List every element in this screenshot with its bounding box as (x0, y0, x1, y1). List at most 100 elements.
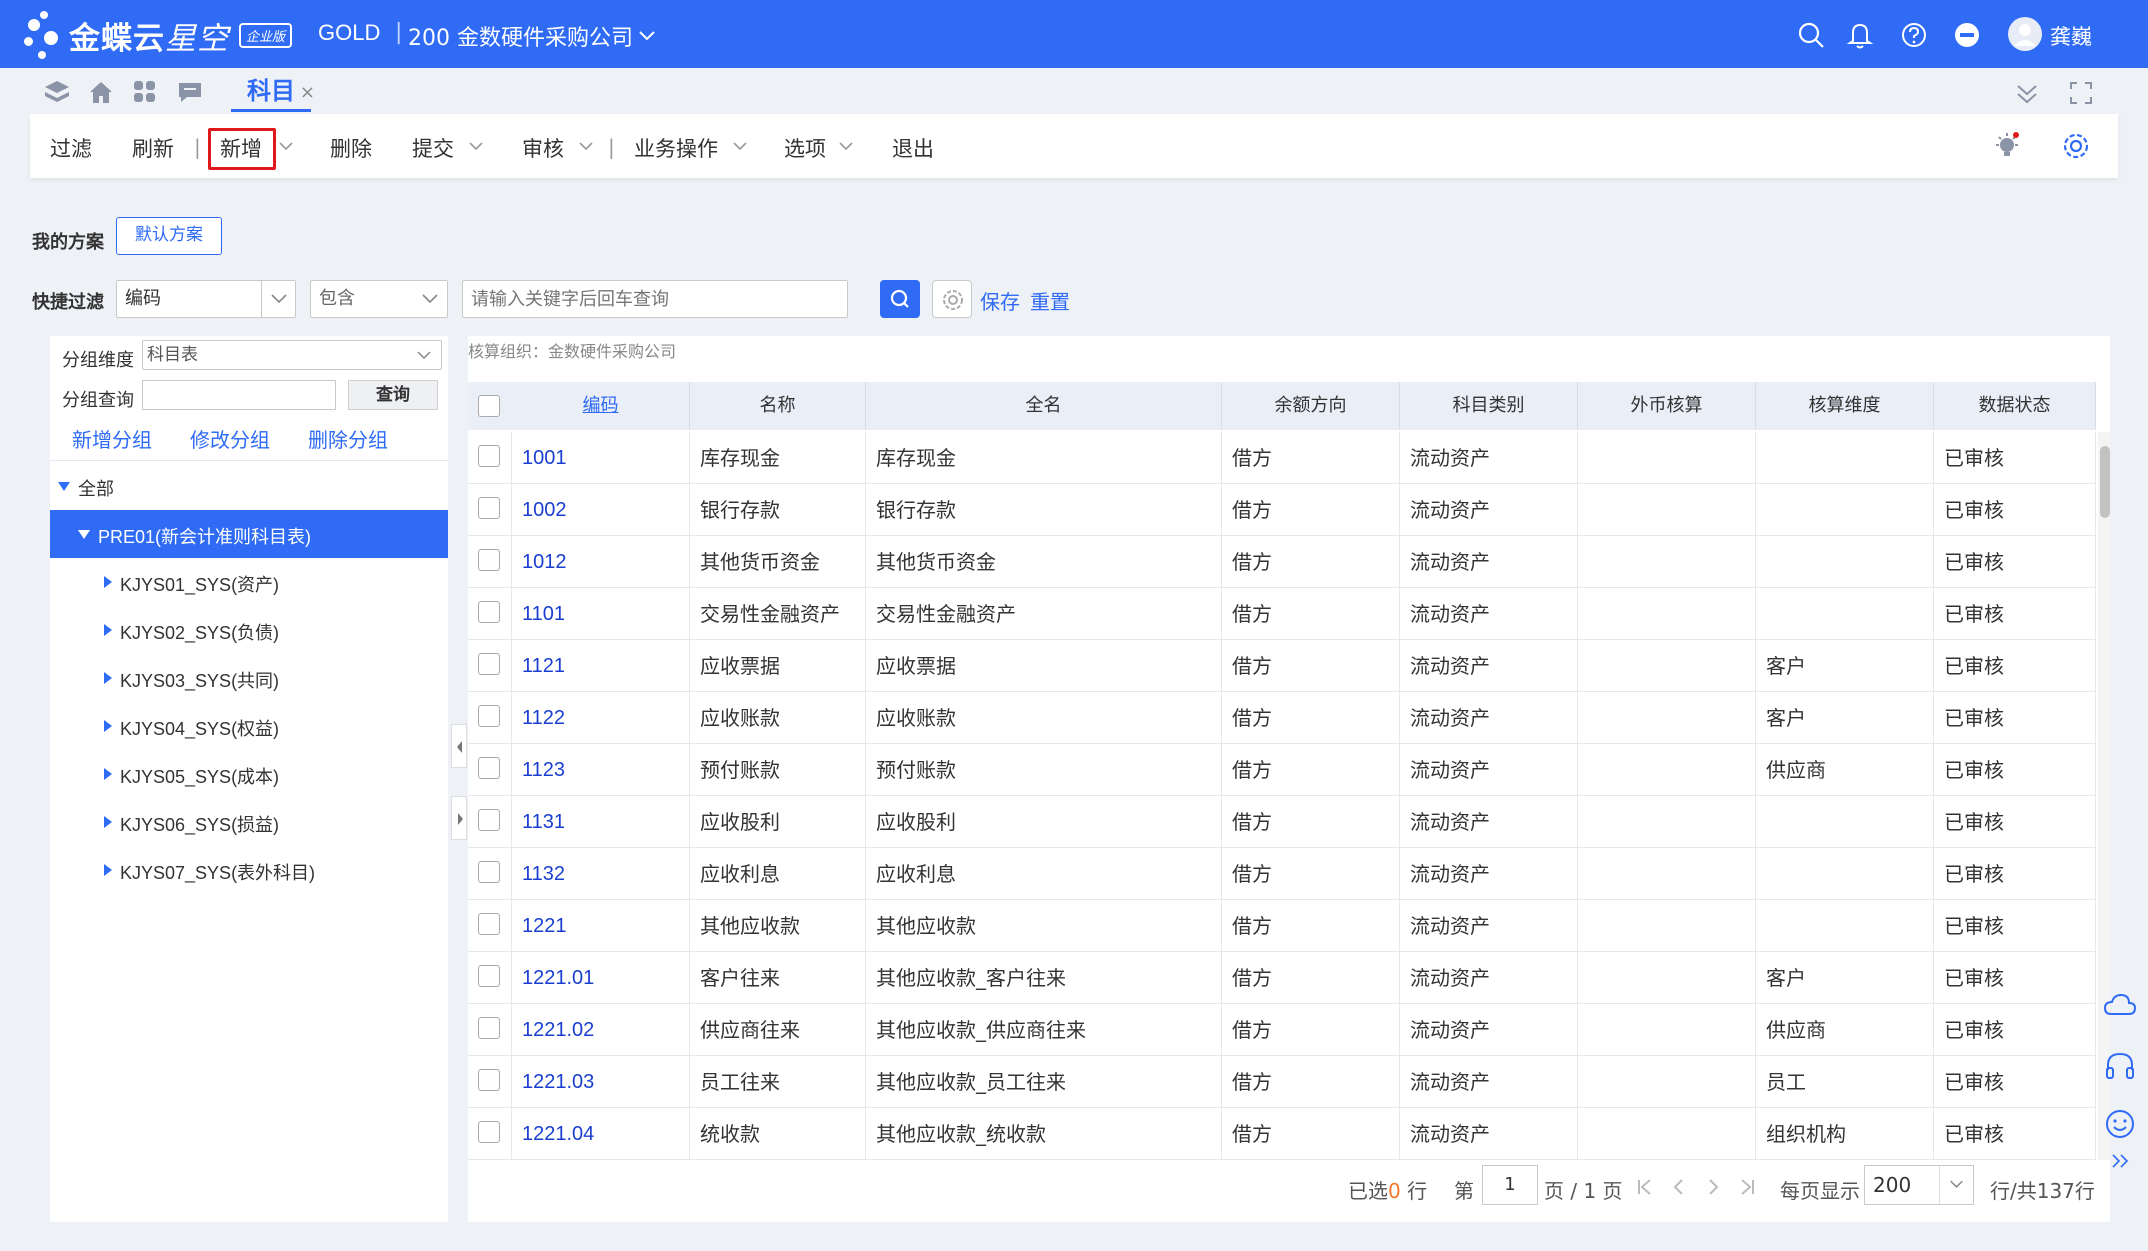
column-header-foreign-currency[interactable]: 外币核算 (1578, 382, 1756, 430)
caret-right-icon[interactable] (104, 816, 112, 828)
table-row[interactable]: 1221.04 统收款 其他应收款_统收款 借方 流动资产 组织机构 已审核 (468, 1108, 2096, 1160)
cell-code[interactable]: 1221.02 (512, 1004, 690, 1056)
chat-icon[interactable] (175, 78, 205, 106)
cell-code[interactable]: 1132 (512, 848, 690, 900)
filter-operator-select[interactable]: 包含 (310, 280, 448, 318)
chevron-down-icon[interactable] (407, 341, 441, 369)
grid-icon[interactable] (130, 78, 160, 106)
cell-code[interactable]: 1221.03 (512, 1056, 690, 1108)
row-checkbox[interactable] (478, 757, 500, 779)
minus-circle-icon[interactable] (1952, 20, 1982, 50)
splitter[interactable] (450, 336, 468, 1222)
headset-icon[interactable] (2102, 1048, 2138, 1084)
search-icon[interactable] (1796, 20, 1826, 50)
cell-code[interactable]: 1131 (512, 796, 690, 848)
home-icon[interactable] (86, 78, 116, 106)
cloud-icon[interactable] (2102, 988, 2138, 1024)
cell-code[interactable]: 1122 (512, 692, 690, 744)
filter-field-select[interactable]: 编码 (116, 280, 296, 318)
org-name[interactable]: 200 金数硬件采购公司 (408, 20, 633, 52)
table-row[interactable]: 1131 应收股利 应收股利 借方 流动资产 已审核 (468, 796, 2096, 848)
column-header-name[interactable]: 名称 (690, 382, 866, 430)
tree-item[interactable]: KJYS03_SYS(共同) (50, 654, 448, 702)
fullscreen-icon[interactable] (2066, 78, 2096, 108)
table-row[interactable]: 1012 其他货币资金 其他货币资金 借方 流动资产 已审核 (468, 536, 2096, 588)
caret-right-icon[interactable] (104, 672, 112, 684)
caret-down-icon[interactable] (78, 530, 90, 539)
delete-group-link[interactable]: 删除分组 (308, 424, 388, 453)
collapse-left-icon[interactable] (451, 724, 467, 768)
column-header-code[interactable]: 编码 (512, 382, 690, 430)
row-checkbox[interactable] (478, 497, 500, 519)
org-code[interactable]: GOLD (318, 20, 380, 46)
reset-filter-link[interactable]: 重置 (1030, 286, 1070, 315)
search-button[interactable] (880, 280, 920, 318)
caret-right-icon[interactable] (104, 624, 112, 636)
table-row[interactable]: 1122 应收账款 应收账款 借方 流动资产 客户 已审核 (468, 692, 2096, 744)
table-row[interactable]: 1123 预付账款 预付账款 借方 流动资产 供应商 已审核 (468, 744, 2096, 796)
tree-item[interactable]: KJYS07_SYS(表外科目) (50, 846, 448, 894)
chevron-down-icon[interactable] (838, 139, 854, 153)
tree-item[interactable]: KJYS04_SYS(权益) (50, 702, 448, 750)
column-header-fullname[interactable]: 全名 (866, 382, 1222, 430)
cell-code[interactable]: 1121 (512, 640, 690, 692)
page-number-input[interactable]: 1 (1482, 1165, 1538, 1205)
chevron-down-icon[interactable] (578, 139, 594, 153)
refresh-button[interactable]: 刷新 (132, 133, 174, 163)
cell-code[interactable]: 1002 (512, 484, 690, 536)
cell-code[interactable]: 1221.04 (512, 1108, 690, 1160)
row-checkbox[interactable] (478, 601, 500, 623)
group-query-button[interactable]: 查询 (348, 380, 438, 410)
save-filter-link[interactable]: 保存 (980, 286, 1020, 315)
delete-button[interactable]: 删除 (330, 133, 372, 163)
row-checkbox[interactable] (478, 913, 500, 935)
caret-right-icon[interactable] (104, 576, 112, 588)
tree-item[interactable]: KJYS02_SYS(负债) (50, 606, 448, 654)
edit-group-link[interactable]: 修改分组 (190, 424, 270, 453)
table-row[interactable]: 1002 银行存款 银行存款 借方 流动资产 已审核 (468, 484, 2096, 536)
avatar[interactable] (2008, 17, 2042, 51)
cell-code[interactable]: 1001 (512, 432, 690, 484)
row-checkbox[interactable] (478, 705, 500, 727)
logo[interactable]: 金蝶云星空 企业版 (22, 6, 292, 64)
caret-down-icon[interactable] (58, 482, 70, 491)
chevron-down-icon[interactable] (1939, 1166, 1973, 1204)
row-checkbox[interactable] (478, 809, 500, 831)
prev-page-icon[interactable] (1668, 1176, 1690, 1198)
page-size-select[interactable]: 200 (1864, 1165, 1974, 1205)
smile-icon[interactable] (2102, 1106, 2138, 1142)
column-header-category[interactable]: 科目类别 (1400, 382, 1578, 430)
column-header-status[interactable]: 数据状态 (1934, 382, 2096, 430)
add-group-link[interactable]: 新增分组 (72, 424, 152, 453)
row-checkbox[interactable] (478, 549, 500, 571)
double-chevron-down-icon[interactable] (2012, 78, 2042, 108)
row-checkbox[interactable] (478, 965, 500, 987)
table-row[interactable]: 1001 库存现金 库存现金 借方 流动资产 已审核 (468, 432, 2096, 484)
table-row[interactable]: 1221.01 客户往来 其他应收款_客户往来 借方 流动资产 客户 已审核 (468, 952, 2096, 1004)
chevron-down-icon[interactable] (278, 139, 294, 153)
default-scheme-button[interactable]: 默认方案 (116, 217, 222, 255)
tree-item[interactable]: KJYS06_SYS(损益) (50, 798, 448, 846)
double-chevron-right-icon[interactable] (2102, 1146, 2138, 1176)
audit-button[interactable]: 审核 (522, 133, 564, 163)
caret-right-icon[interactable] (104, 720, 112, 732)
tree-item[interactable]: KJYS01_SYS(资产) (50, 558, 448, 606)
caret-right-icon[interactable] (104, 864, 112, 876)
row-checkbox[interactable] (478, 1069, 500, 1091)
layers-icon[interactable] (42, 78, 72, 106)
tree-item[interactable]: 全部 (50, 462, 448, 510)
options-button[interactable]: 选项 (784, 133, 826, 163)
table-row[interactable]: 1221 其他应收款 其他应收款 借方 流动资产 已审核 (468, 900, 2096, 952)
table-row[interactable]: 1221.03 员工往来 其他应收款_员工往来 借方 流动资产 员工 已审核 (468, 1056, 2096, 1108)
chevron-down-icon[interactable] (261, 281, 295, 317)
vertical-scrollbar-thumb[interactable] (2100, 446, 2110, 518)
table-row[interactable]: 1221.02 供应商往来 其他应收款_供应商往来 借方 流动资产 供应商 已审核 (468, 1004, 2096, 1056)
column-header-dimension[interactable]: 核算维度 (1756, 382, 1934, 430)
cell-code[interactable]: 1101 (512, 588, 690, 640)
user-name[interactable]: 龚巍 (2050, 21, 2092, 51)
business-ops-button[interactable]: 业务操作 (634, 133, 718, 163)
chevron-down-icon[interactable] (468, 139, 484, 153)
gear-icon[interactable] (2060, 130, 2092, 162)
table-row[interactable]: 1132 应收利息 应收利息 借方 流动资产 已审核 (468, 848, 2096, 900)
bell-icon[interactable] (1845, 20, 1875, 50)
